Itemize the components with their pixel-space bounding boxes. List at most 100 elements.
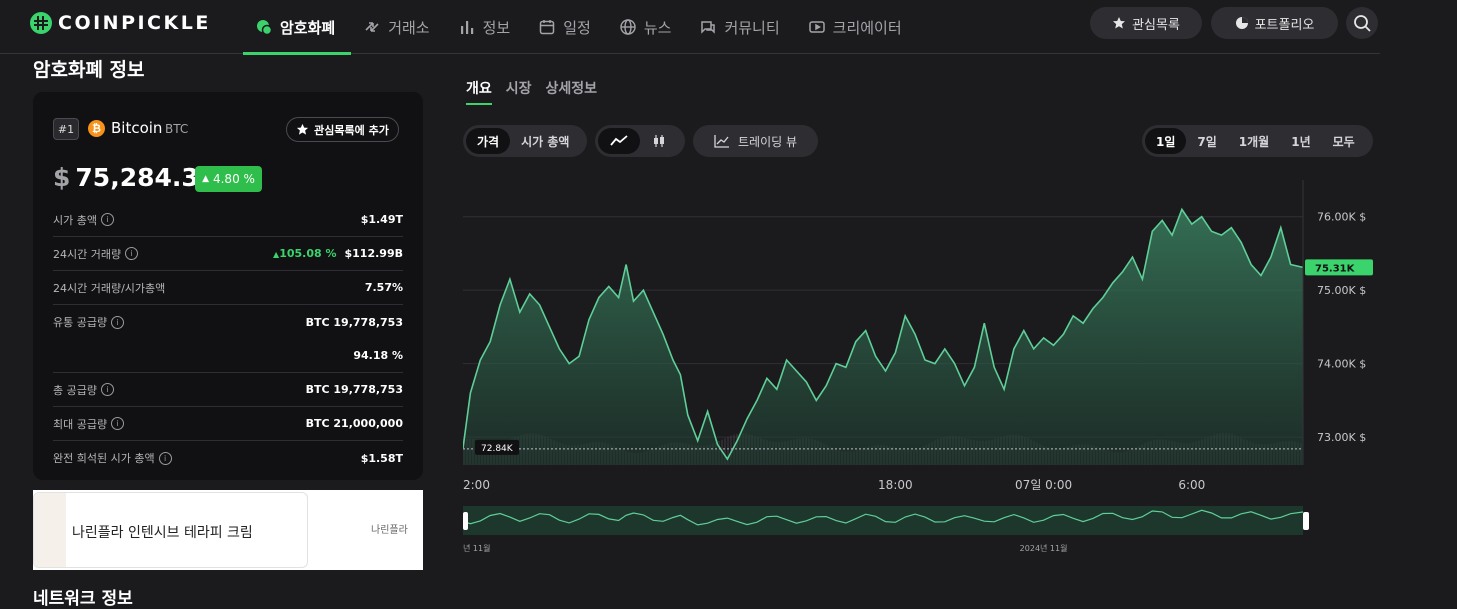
bitcoin-icon: ₿ [88,120,105,137]
stat-value: ▲105.08 % $112.99B [273,247,403,260]
portfolio-button[interactable]: 포트폴리오 [1211,7,1338,39]
stat-label: 24시간 거래량/시가총액 [53,280,165,296]
pie-chart-icon [1235,17,1248,29]
rank-badge: #1 [53,118,79,140]
search-icon [1354,15,1371,32]
ad-title[interactable]: 나린플라 인텐시브 테라피 크림 [72,522,253,542]
y-tick-label: 73.00K $ [1317,431,1366,444]
nav-creator-label: 크리에이터 [832,18,902,37]
logo-icon [30,12,52,34]
stat-label: 시가 총액 i [53,212,114,228]
coin-icon [255,18,273,36]
range-1m[interactable]: 1개월 [1228,128,1280,154]
stat-value: BTC 19,778,753 [305,315,403,329]
volume-value: $112.99B [344,247,404,260]
stat-value: $1.58T [360,451,403,465]
range-7d[interactable]: 7일 [1186,128,1227,154]
info-icon[interactable]: i [100,213,114,226]
coin-name: Bitcoin [111,119,163,137]
range-1y[interactable]: 1년 [1280,128,1321,154]
range-1d[interactable]: 1일 [1145,128,1187,154]
x-tick-label: 6:00 [1178,478,1205,492]
stat-label-text: 완전 희석된 시가 총액 [53,452,155,465]
stat-label-text: 24시간 거래량 [53,247,122,261]
nav-creator[interactable]: 크리에이터 [796,0,918,54]
info-icon[interactable]: i [111,315,125,329]
triangle-up-icon: ▲ [202,174,209,184]
x-tick-label: 18:00 [878,478,913,492]
volume-change: ▲105.08 % [273,247,336,260]
nav-news-label: 뉴스 [643,18,672,37]
tab-market[interactable]: 시장 [506,78,532,104]
add-to-watchlist-label: 관심목록에 추가 [314,123,389,137]
y-tick-label: 75.00K $ [1317,284,1366,297]
currency-symbol: $ [53,163,71,192]
stat-label: 최대 공급량 i [53,416,125,432]
logo[interactable]: COINPICKLE [30,12,211,34]
top-navigation: COINPICKLE 암호화폐 거래소 정보 일정 뉴스 커뮤니티 크리에이터 … [0,0,1380,55]
portfolio-label: 포트폴리오 [1254,17,1315,33]
stat-label: 유통 공급량 i [53,314,125,330]
stat-row-fdv: 완전 희석된 시가 총액 i $1.58T [53,441,403,475]
stat-row-volume: 24시간 거래량 i ▲105.08 % $112.99B [53,237,403,271]
star-icon [1113,17,1126,29]
trading-view-button[interactable]: 트레이딩 뷰 [693,125,818,157]
x-tick-label: 07일 0:00 [1015,478,1072,492]
low-price-label: 72.84K [481,444,514,454]
nav-crypto[interactable]: 암호화폐 [243,0,352,55]
coin-summary-card: #1 ₿ Bitcoin BTC 관심목록에 추가 $75,284.33 ▲ 4… [33,92,423,480]
info-icon[interactable]: i [125,247,139,260]
price-chart-svg[interactable]: 72.84K 75.31K 76.00K $ 75.00K $ 74.00K $ 73.… [462,180,1383,570]
globe-icon [619,18,637,36]
stat-label-text: 24시간 거래량/시가총액 [53,281,166,295]
navigator-label: 2024년 11월 [1020,543,1068,553]
stat-label: 완전 희석된 시가 총액 i [53,450,172,466]
info-icon[interactable]: i [111,417,125,430]
nav-exchange[interactable]: 거래소 [351,0,445,54]
add-to-watchlist-button[interactable]: 관심목록에 추가 [286,117,399,142]
search-button[interactable] [1346,7,1378,39]
metric-toggle: 가격 시가 총액 [463,125,587,157]
page-title: 암호화폐 정보 [33,59,145,81]
nav-info[interactable]: 정보 [446,0,527,54]
navigator-handle-left[interactable] [463,512,468,530]
nav-news[interactable]: 뉴스 [607,0,688,54]
ad-brand[interactable]: 나린플라 [371,521,408,536]
metric-price-button[interactable]: 가격 [466,128,511,154]
metric-marketcap-button[interactable]: 시가 총액 [510,128,580,154]
nav-community[interactable]: 커뮤니티 [687,0,795,54]
nav-crypto-label: 암호화폐 [280,18,336,37]
info-icon[interactable]: i [158,451,172,465]
stat-label: 총 공급량 i [53,382,114,398]
navigator-handle-right[interactable] [1303,512,1309,530]
section-title-network: 네트워크 정보 [33,589,133,609]
candlestick-button[interactable] [640,128,678,154]
nav-schedule[interactable]: 일정 [526,0,607,54]
line-chart-button[interactable] [598,128,640,154]
range-all[interactable]: 모두 [1322,128,1366,154]
line-chart-icon [610,135,628,146]
ad-thumbnail [34,493,66,567]
tab-overview[interactable]: 개요 [466,78,492,105]
star-icon [297,123,309,135]
info-icon[interactable]: i [100,383,114,396]
tab-details[interactable]: 상세정보 [546,78,598,104]
advertisement[interactable]: 나린플라 인텐시브 테라피 크림 나린플라 [33,490,423,570]
nav-schedule-label: 일정 [563,18,591,37]
stat-value: 7.57% [364,281,403,294]
chat-icon [699,18,717,36]
trend-icon [714,135,729,148]
y-tick-label: 76.00K $ [1317,211,1366,224]
nav-info-label: 정보 [482,18,511,37]
stat-value: $1.49T [360,213,403,226]
stat-row-total-supply: 총 공급량 i BTC 19,778,753 [53,373,403,407]
x-tick-label: 2:00 [463,478,490,492]
price-chart[interactable]: 72.84K 75.31K 76.00K $ 75.00K $ 74.00K $ 73.… [462,180,1383,570]
coin-symbol: BTC [165,122,189,136]
stat-label-text: 시가 총액 [53,213,97,227]
watchlist-button[interactable]: 관심목록 [1090,7,1202,39]
price-change-badge: ▲ 4.80 % [195,166,262,192]
navigator-label: 년 11월 [463,543,490,553]
ad-card[interactable]: 나린플라 인텐시브 테라피 크림 [33,492,308,568]
calendar-icon [538,18,556,36]
